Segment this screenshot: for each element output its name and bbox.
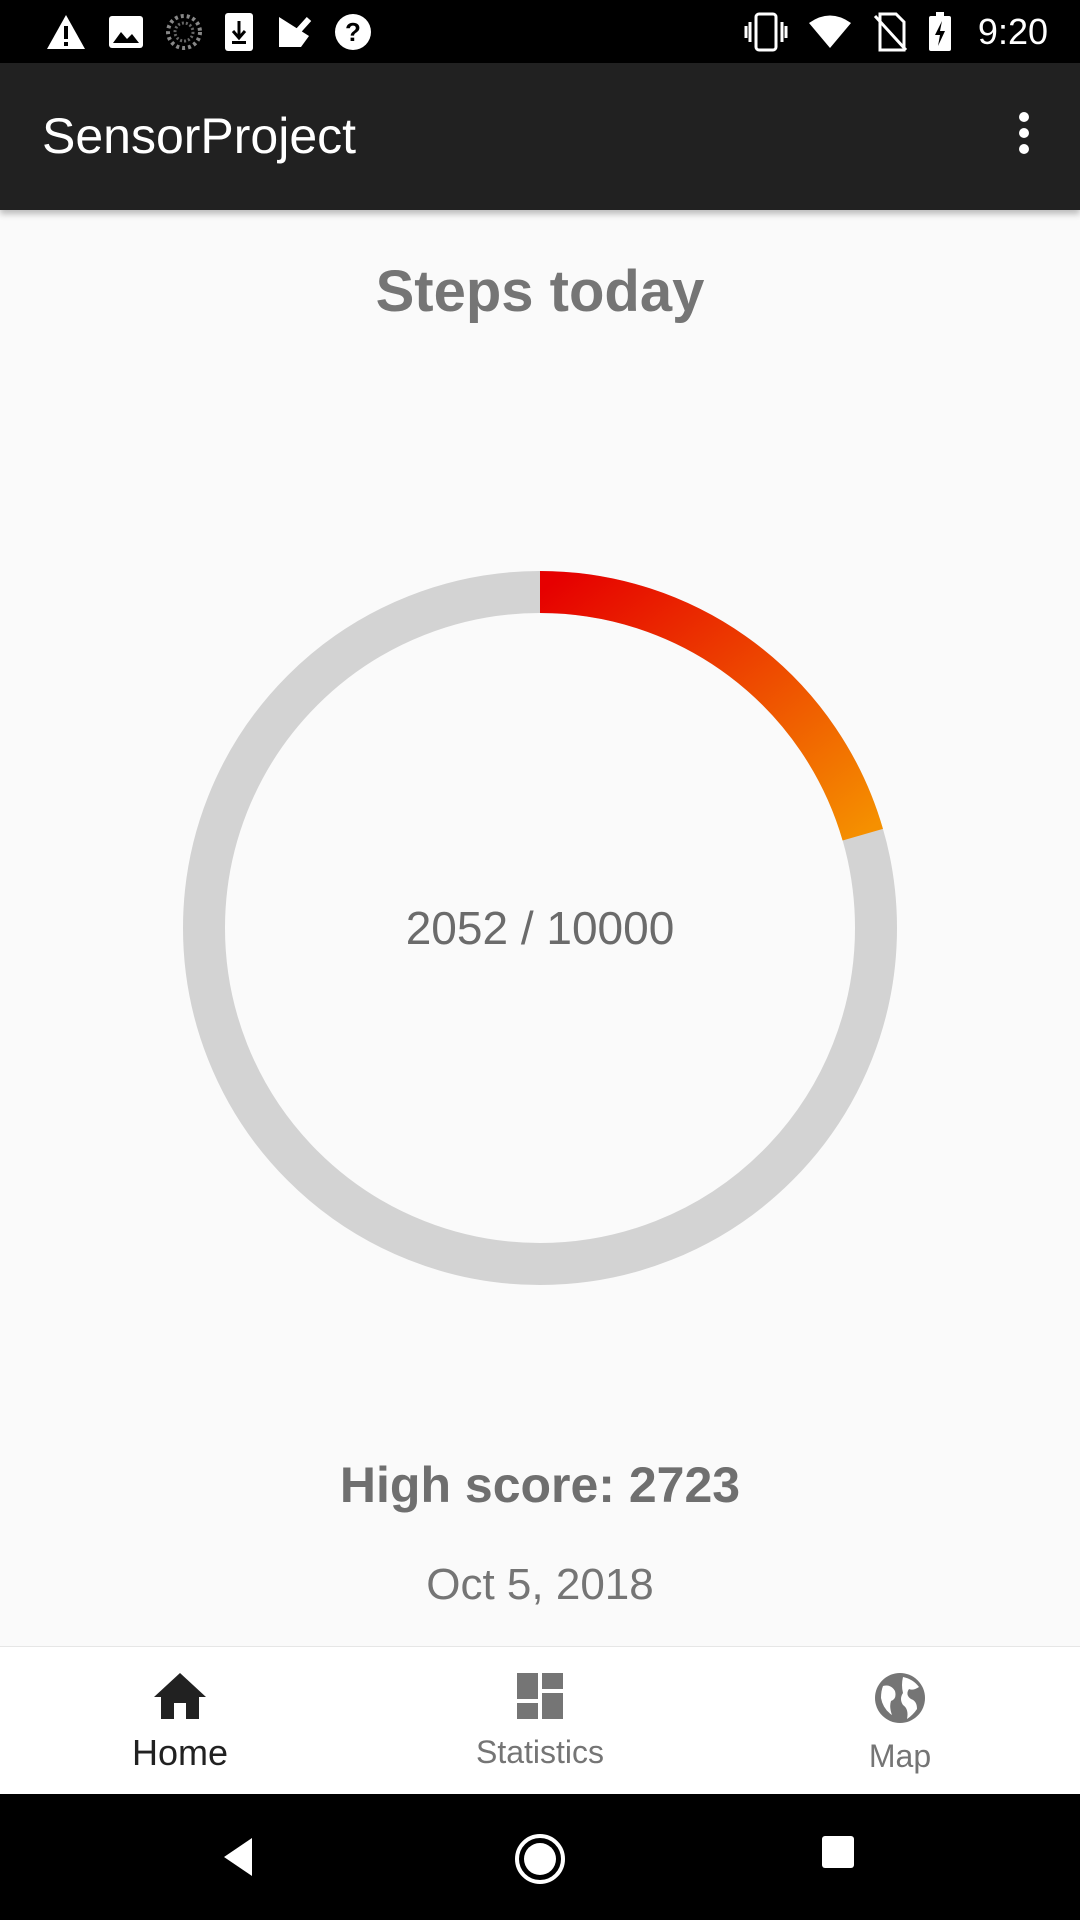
recents-icon[interactable] <box>818 1832 868 1882</box>
nav-statistics[interactable]: Statistics <box>360 1647 720 1795</box>
nav-map-label: Map <box>868 1738 932 1774</box>
more-vert-icon <box>1016 111 1032 160</box>
svg-text:?: ? <box>345 17 361 47</box>
globe-icon <box>873 1671 927 1730</box>
loading-icon <box>166 14 202 50</box>
app-bar: SensorProject <box>0 63 1080 210</box>
steps-count: 2052 / 10000 <box>405 902 675 954</box>
warning-icon <box>46 14 86 50</box>
download-icon <box>224 12 254 52</box>
back-icon[interactable] <box>214 1832 264 1882</box>
status-bar: ? 9:20 <box>0 0 1080 63</box>
steps-progress-ring: 2052 / 10000 <box>182 570 898 1286</box>
home-circle-icon[interactable] <box>513 1832 565 1884</box>
vibrate-icon <box>744 12 788 52</box>
help-icon: ? <box>334 13 372 51</box>
page-title: Steps today <box>375 259 705 324</box>
nav-map[interactable]: Map <box>720 1647 1080 1795</box>
nav-home[interactable]: Home <box>0 1647 360 1795</box>
high-score: High score: 2723 <box>339 1457 741 1513</box>
status-clock: 9:20 <box>977 11 1048 52</box>
high-score-date: Oct 5, 2018 <box>426 1560 654 1609</box>
dashboard-icon <box>515 1671 565 1726</box>
battery-charging-icon <box>928 12 952 52</box>
no-sim-icon <box>872 12 908 52</box>
nav-home-label: Home <box>131 1732 229 1773</box>
check-icon <box>276 14 312 50</box>
home-icon <box>152 1671 208 1726</box>
system-icons: 9:20 <box>744 10 1048 54</box>
nav-statistics-label: Statistics <box>475 1734 605 1770</box>
wifi-icon <box>808 14 852 50</box>
app-title: SensorProject <box>42 108 357 164</box>
notification-icons: ? <box>46 10 372 54</box>
bottom-navigation: Home Statistics Map <box>0 1646 1080 1795</box>
overflow-menu-button[interactable] <box>992 103 1056 167</box>
image-icon <box>108 15 144 49</box>
system-navigation-bar <box>0 1794 1080 1920</box>
